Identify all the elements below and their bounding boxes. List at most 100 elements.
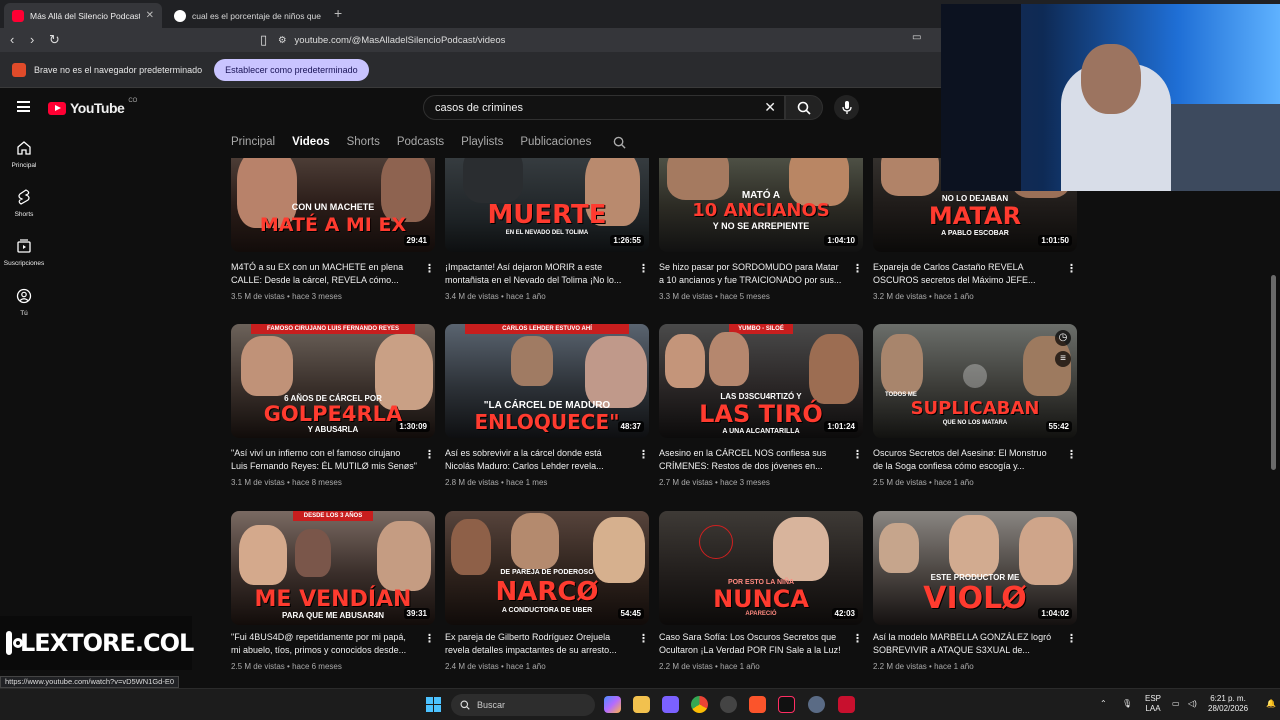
rail-item-subscriptions[interactable]: Suscripciones [0,238,48,267]
video-title[interactable]: M4TÓ a su EX con un MACHETE en plena CAL… [231,261,417,287]
more-options-icon[interactable]: ⋮ [424,448,435,461]
more-options-icon[interactable]: ⋮ [852,448,863,461]
video-title[interactable]: Así es sobrevivir a la cárcel donde está… [445,447,631,473]
cast-icon[interactable]: ▭ [912,32,921,43]
volume-icon[interactable]: ◁) [1188,699,1197,709]
rail-item-principal[interactable]: Principal [0,140,48,169]
thumbnail-headline: MATAR [928,202,1022,230]
more-options-icon[interactable]: ⋮ [424,262,435,275]
bookmark-icon[interactable]: ▯ [260,32,267,48]
taskbar-search[interactable]: Buscar [451,694,595,716]
video-thumbnail[interactable]: MATÓ A 10 ANCIANOS Y NO SE ARREPIENTE 1:… [659,158,863,252]
tab-playlists[interactable]: Playlists [461,136,503,148]
voice-search-button[interactable] [834,95,859,120]
video-thumbnail[interactable]: DE PAREJA DE PODEROSO NARCØ A CONDUCTORA… [445,511,649,625]
brave-taskbar-icon[interactable] [749,696,766,713]
video-thumbnail[interactable]: FAMOSO CIRUJANO LUIS FERNANDO REYES 6 AÑ… [231,324,435,438]
video-title[interactable]: "Así viví un infierno con el famoso ciru… [231,447,417,473]
set-default-button[interactable]: Establecer como predeterminado [214,58,369,81]
video-thumbnail[interactable]: YUMBO - SILOÉ LAS D3SCU4RTIZÓ Y LAS TIRÓ… [659,324,863,438]
address-bar[interactable]: ⚙ youtube.com/@MasAlladelSilencioPodcast… [278,31,943,50]
add-to-queue-icon[interactable]: ≡ [1055,351,1071,367]
play-overlay-icon[interactable] [963,364,987,388]
more-options-icon[interactable]: ⋮ [852,262,863,275]
teams-icon[interactable] [662,696,679,713]
video-thumbnail[interactable]: ESTE PRODUCTOR ME VIOLØ 1:04:02 [873,511,1077,625]
obs-icon[interactable] [720,696,737,713]
notifications-icon[interactable]: 🔔 [1266,699,1276,709]
thumbnail-headline: NARCØ [495,577,599,607]
video-title[interactable]: Oscuros Secretos del Asesinø: El Monstru… [873,447,1059,473]
video-thumbnail[interactable]: CARLOS LEHDER ESTUVO AHÍ "LA CÁRCEL DE M… [445,324,649,438]
menu-icon[interactable] [17,101,30,112]
forward-icon[interactable]: › [30,32,34,47]
video-title[interactable]: Así la modelo MARBELLA GONZÁLEZ logró SO… [873,631,1059,657]
video-meta: 2.2 M de vistas • hace 1 año [659,662,760,671]
youtube-logo[interactable]: YouTube CO [48,98,138,116]
site-info-icon[interactable]: ⚙ [278,35,287,46]
instagram-handle: LEXTORE.COL [20,629,194,657]
video-thumbnail[interactable]: MUERTE EN EL NEVADO DEL TOLIMA 1:26:55 [445,158,649,252]
video-title[interactable]: ¡Impactante! Así dejaron MORIR a este mo… [445,261,631,287]
network-icon[interactable]: ▭ [1172,699,1180,709]
thumbnail-headline: MUERTE [487,200,607,230]
channel-search-icon[interactable] [613,136,626,149]
tab-inactive[interactable]: cual es el porcentaje de niños que cr [166,3,330,28]
reload-icon[interactable]: ↻ [49,32,60,48]
more-options-icon[interactable]: ⋮ [1066,262,1077,275]
close-tab-icon[interactable]: ✕ [146,10,154,21]
country-code: CO [128,98,138,104]
search-button[interactable] [785,95,823,120]
rail-item-you[interactable]: Tú [0,288,48,317]
video-title[interactable]: Asesino en la CÁRCEL NOS confiesa sus CR… [659,447,845,473]
more-options-icon[interactable]: ⋮ [638,262,649,275]
more-options-icon[interactable]: ⋮ [638,632,649,645]
video-title[interactable]: Ex pareja de Gilberto Rodríguez Orejuela… [445,631,631,657]
video-thumbnail[interactable]: DESDE LOS 3 AÑOS ME VENDÍAN PARA QUE ME … [231,511,435,625]
chrome-icon[interactable] [691,696,708,713]
mic-tray-icon[interactable]: 🎙 [1122,699,1132,709]
page-scrollbar[interactable] [1270,160,1278,688]
search-value: casos de crimines [435,101,524,114]
tab-principal[interactable]: Principal [231,136,275,148]
search-input[interactable]: casos de crimines ✕ [423,95,785,120]
more-options-icon[interactable]: ⋮ [1066,448,1077,461]
more-options-icon[interactable]: ⋮ [852,632,863,645]
thumbnail-subtext: CON UN MACHETE [291,202,375,212]
windows-start-icon[interactable] [426,697,441,712]
new-tab-icon[interactable]: + [334,5,342,21]
video-thumbnail[interactable]: POR ESTO LA NIÑA NUNCA APARECIÓ 42:03 [659,511,863,625]
rail-item-shorts[interactable]: Shorts [0,189,48,218]
tab-publicaciones[interactable]: Publicaciones [520,136,591,148]
url-text: youtube.com/@MasAlladelSilencioPodcast/v… [294,35,506,46]
video-thumbnail[interactable]: CON UN MACHETE MATÉ A MI EX 29:41 [231,158,435,252]
more-options-icon[interactable]: ⋮ [424,632,435,645]
copilot-icon[interactable] [604,696,621,713]
language-indicator[interactable]: ESP LAA [1145,694,1161,714]
video-title[interactable]: "Fui 4BUS4D@ repetidamente por mi papá, … [231,631,417,657]
watch-later-icon[interactable]: ◷ [1055,330,1071,346]
video-thumbnail[interactable]: ◷ ≡ TODOS ME SUPLICABAN QUE NO LOS MATAR… [873,324,1077,438]
more-options-icon[interactable]: ⋮ [638,448,649,461]
tab-podcasts[interactable]: Podcasts [397,136,444,148]
mcafee-icon[interactable] [838,696,855,713]
duration-badge: 29:41 [403,235,430,246]
search-icon [797,101,811,115]
scrollbar-thumb[interactable] [1271,275,1276,470]
thumbnail-headline: SUPLICABAN [910,398,1040,419]
video-title[interactable]: Expareja de Carlos Castaño REVELA OSCURO… [873,261,1059,287]
settings-icon[interactable] [808,696,825,713]
clear-search-icon[interactable]: ✕ [764,99,776,116]
video-title[interactable]: Se hizo pasar por SORDOMUDO para Matar a… [659,261,845,287]
back-icon[interactable]: ‹ [10,32,14,47]
tab-active[interactable]: Más Allá del Silencio Podcast - Y ✕ [4,3,162,28]
clock[interactable]: 6:21 p. m. 28/02/2026 [1208,694,1248,714]
tray-chevron-icon[interactable]: ⌃ [1100,699,1107,709]
more-options-icon[interactable]: ⋮ [1066,632,1077,645]
video-title[interactable]: Caso Sara Sofía: Los Oscuros Secretos qu… [659,631,845,657]
tab-shorts[interactable]: Shorts [347,136,380,148]
tiktok-icon[interactable] [778,696,795,713]
video-meta: 2.4 M de vistas • hace 1 año [445,662,546,671]
tab-videos[interactable]: Videos [292,136,330,148]
file-explorer-icon[interactable] [633,696,650,713]
